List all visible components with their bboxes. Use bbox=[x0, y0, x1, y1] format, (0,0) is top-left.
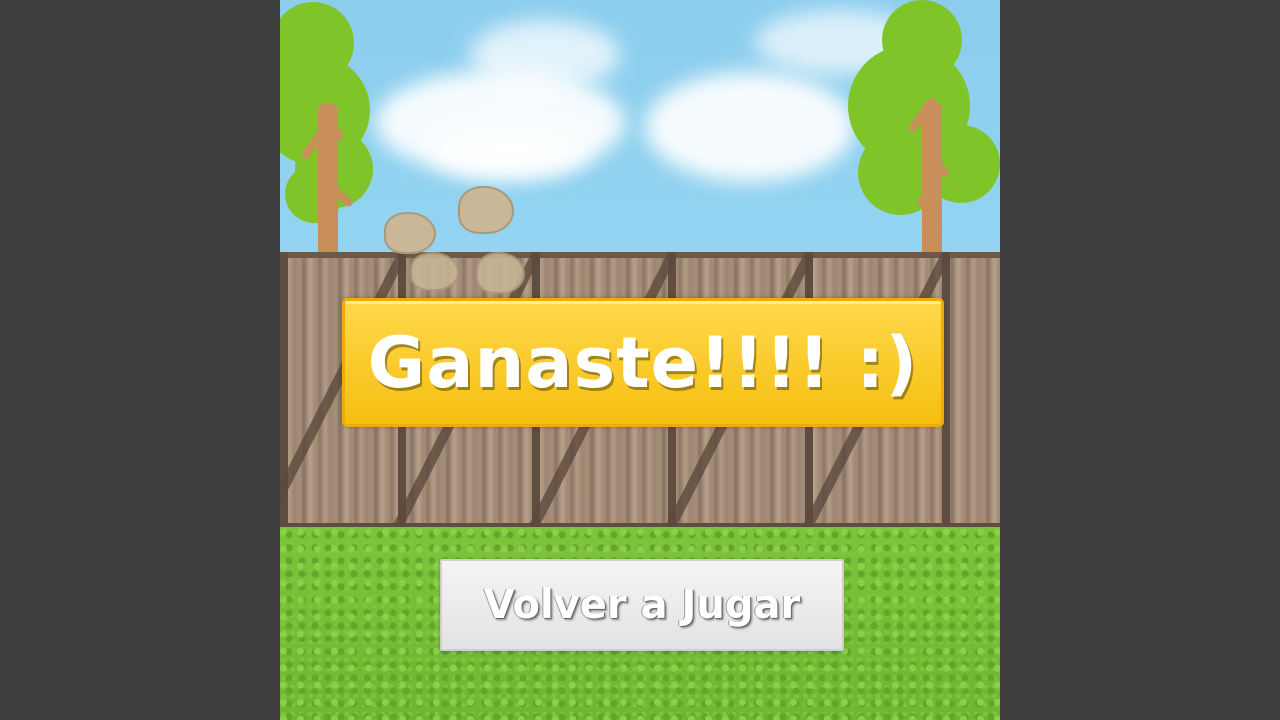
game-stage: Ganaste!!!! :) Volver a Jugar bbox=[280, 0, 1000, 720]
cloud bbox=[645, 72, 855, 182]
replay-button-label: Volver a Jugar bbox=[483, 582, 801, 628]
dust-cloud-icon bbox=[410, 252, 459, 291]
dust-cloud-icon bbox=[384, 212, 436, 254]
cloud bbox=[470, 20, 620, 90]
win-banner: Ganaste!!!! :) bbox=[342, 298, 944, 427]
right-tree-icon bbox=[840, 0, 1000, 252]
cloud bbox=[430, 125, 590, 180]
left-tree-icon bbox=[280, 0, 410, 252]
game-page: Ganaste!!!! :) Volver a Jugar bbox=[0, 0, 1280, 720]
win-message: Ganaste!!!! :) bbox=[367, 321, 919, 404]
replay-button[interactable]: Volver a Jugar bbox=[440, 559, 844, 651]
dust-cloud-icon bbox=[458, 186, 514, 234]
dust-cloud-icon bbox=[476, 252, 525, 294]
